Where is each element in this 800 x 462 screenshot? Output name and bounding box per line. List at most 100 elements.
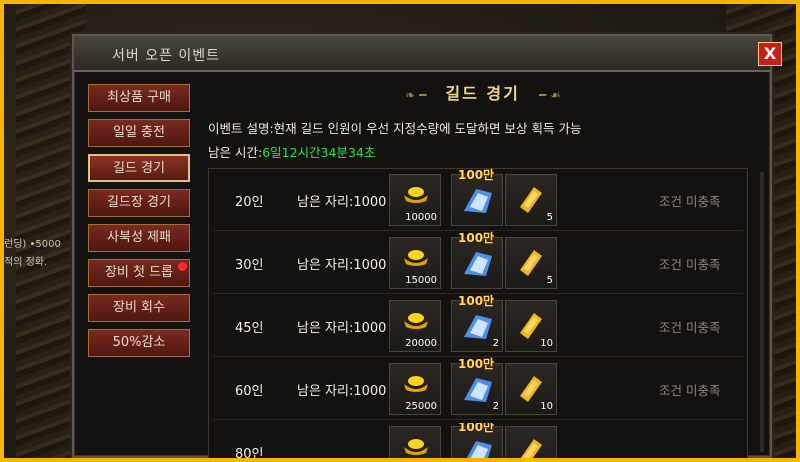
ticket-reward[interactable]: 10 (505, 300, 557, 352)
sidebar-item-label: 장비 회수 (113, 300, 165, 315)
ticket-reward[interactable]: 5 (505, 174, 557, 226)
ticket-reward[interactable] (505, 426, 557, 458)
million-badge: 100만 (458, 423, 495, 434)
sidebar-item-label: 최상품 구매 (107, 90, 171, 105)
notification-dot (178, 262, 187, 271)
million-badge: 100만 (458, 294, 495, 308)
timer-label: 남은 시간: (208, 145, 263, 160)
table-row: 20인 남은 자리:1000 10000 100만 5 조건 미충족 (213, 168, 743, 231)
content-header: ❧ ━ 길드 경기 ━ ☙ (198, 80, 768, 108)
crystal-reward[interactable]: 100만 (451, 168, 503, 226)
sidebar-item-guild-master-match[interactable]: 길드장 경기 (88, 189, 190, 217)
table-row: 30인 남은 자리:1000 15000 100만 5 조건 미충족 (213, 231, 743, 294)
crystal-reward[interactable]: 100만 2 (451, 357, 503, 415)
slots-label: 남은 자리:1000 (297, 258, 387, 273)
million-badge: 100만 (458, 231, 495, 245)
ticket-amount: 5 (546, 275, 553, 286)
ticket-amount: 10 (540, 401, 553, 412)
event-description: 이벤트 설명:현재 길드 인원이 우선 지정수량에 도달하면 보상 획득 가능 (208, 121, 582, 136)
slots-label: 남은 자리:1000 (297, 195, 387, 210)
condition-status: 조건 미충족 (659, 194, 721, 209)
ticket-amount: 10 (540, 338, 553, 349)
sidebar-item-conquest[interactable]: 사북성 제패 (88, 224, 190, 252)
crystal-icon (464, 378, 492, 402)
gold-amount: 20000 (405, 338, 437, 349)
sidebar-item-label: 사북성 제패 (107, 230, 171, 245)
tier-label: 60인 (235, 384, 264, 399)
million-badge: 100만 (458, 357, 495, 371)
sidebar-item-best-purchase[interactable]: 최상품 구매 (88, 84, 190, 112)
crystal-icon (464, 189, 492, 213)
content-title: 길드 경기 (445, 84, 520, 103)
close-button[interactable]: X (758, 42, 782, 66)
table-row: 45인 남은 자리:1000 20000 100만 2 10 조건 미충족 (213, 294, 743, 357)
tier-label: 20인 (235, 195, 264, 210)
crystal-icon (464, 315, 492, 339)
sidebar-item-label: 길드장 경기 (107, 195, 171, 210)
million-badge: 100만 (458, 168, 495, 182)
crystal-icon (466, 441, 492, 458)
event-content: ❧ ━ 길드 경기 ━ ☙ 이벤트 설명:현재 길드 인원이 우선 지정수량에 … (198, 76, 768, 458)
ornament-icon: ❧ ━ (405, 88, 427, 102)
gold-ingot-icon (404, 376, 428, 392)
window-title: 서버 오픈 이벤트 (112, 48, 221, 64)
sidebar-item-equipment-recycle[interactable]: 장비 회수 (88, 294, 190, 322)
ticket-icon (520, 187, 542, 213)
reward-table[interactable]: 20인 남은 자리:1000 10000 100만 5 조건 미충족 30인 남… (208, 168, 748, 458)
sidebar-item-first-drop[interactable]: 장비 첫 드롭 (88, 259, 190, 287)
sidebar-item-discount[interactable]: 50%감소 (88, 329, 190, 357)
ticket-icon (520, 376, 542, 402)
crystal-icon (464, 252, 492, 276)
sidebar-item-daily-charge[interactable]: 일일 충전 (88, 119, 190, 147)
condition-status: 조건 미충족 (659, 320, 721, 335)
gold-reward[interactable]: 20000 (389, 300, 441, 352)
background-line: 런딩) •5000 (4, 239, 61, 250)
gold-amount: 25000 (405, 401, 437, 412)
event-window: 서버 오픈 이벤트 X 최상품 구매 일일 충전 길드 경기 길드장 경기 사북… (72, 34, 782, 458)
sidebar-item-guild-match[interactable]: 길드 경기 (88, 154, 190, 182)
ornament-icon: ━ ☙ (538, 88, 561, 102)
crystal-reward[interactable]: 100만 (451, 423, 503, 458)
sidebar-item-label: 50%감소 (112, 335, 166, 350)
condition-status: 조건 미충족 (659, 383, 721, 398)
gold-ingot-icon (404, 250, 428, 266)
sidebar: 최상품 구매 일일 충전 길드 경기 길드장 경기 사북성 제패 장비 첫 드롭… (88, 84, 192, 364)
table-row: 80인 100만 (213, 423, 743, 458)
crystal-amount: 2 (492, 401, 499, 412)
condition-status: 조건 미충족 (659, 257, 721, 272)
crystal-reward[interactable]: 100만 (451, 231, 503, 289)
gold-reward[interactable]: 15000 (389, 237, 441, 289)
ticket-icon (520, 313, 542, 339)
sidebar-item-label: 길드 경기 (113, 161, 165, 176)
gold-reward[interactable] (389, 426, 441, 458)
remaining-time: 남은 시간:6일12시간34분34초 (208, 142, 375, 161)
slots-label: 남은 자리:1000 (297, 384, 387, 399)
gold-ingot-icon (404, 313, 428, 329)
ticket-reward[interactable]: 10 (505, 363, 557, 415)
gold-ingot-icon (404, 187, 428, 203)
crystal-reward[interactable]: 100만 2 (451, 294, 503, 352)
background-line: 적의 정화. (4, 257, 48, 268)
tier-label: 80인 (235, 447, 264, 458)
gold-reward[interactable]: 10000 (389, 174, 441, 226)
tier-label: 30인 (235, 258, 264, 273)
title-bar: 서버 오픈 이벤트 X (74, 36, 782, 72)
sidebar-item-label: 일일 충전 (113, 125, 165, 140)
slots-label: 남은 자리:1000 (297, 321, 387, 336)
ticket-reward[interactable]: 5 (505, 237, 557, 289)
ticket-amount: 5 (546, 212, 553, 223)
game-screen: 런딩) •5000 적의 정화. 서버 오픈 이벤트 X 최상품 구매 일일 충… (4, 4, 796, 458)
ticket-icon (520, 250, 542, 276)
background-text: 런딩) •5000 적의 정화. (4, 236, 61, 272)
ticket-icon (520, 439, 542, 458)
timer-value: 6일12시간34분34초 (262, 145, 376, 160)
tier-label: 45인 (235, 321, 264, 336)
crystal-amount: 2 (492, 338, 499, 349)
close-icon: X (763, 44, 777, 63)
scrollbar[interactable] (760, 172, 764, 452)
gold-amount: 10000 (405, 212, 437, 223)
gold-ingot-icon (404, 439, 428, 455)
gold-reward[interactable]: 25000 (389, 363, 441, 415)
gold-amount: 15000 (405, 275, 437, 286)
sidebar-item-label: 장비 첫 드롭 (104, 265, 174, 280)
